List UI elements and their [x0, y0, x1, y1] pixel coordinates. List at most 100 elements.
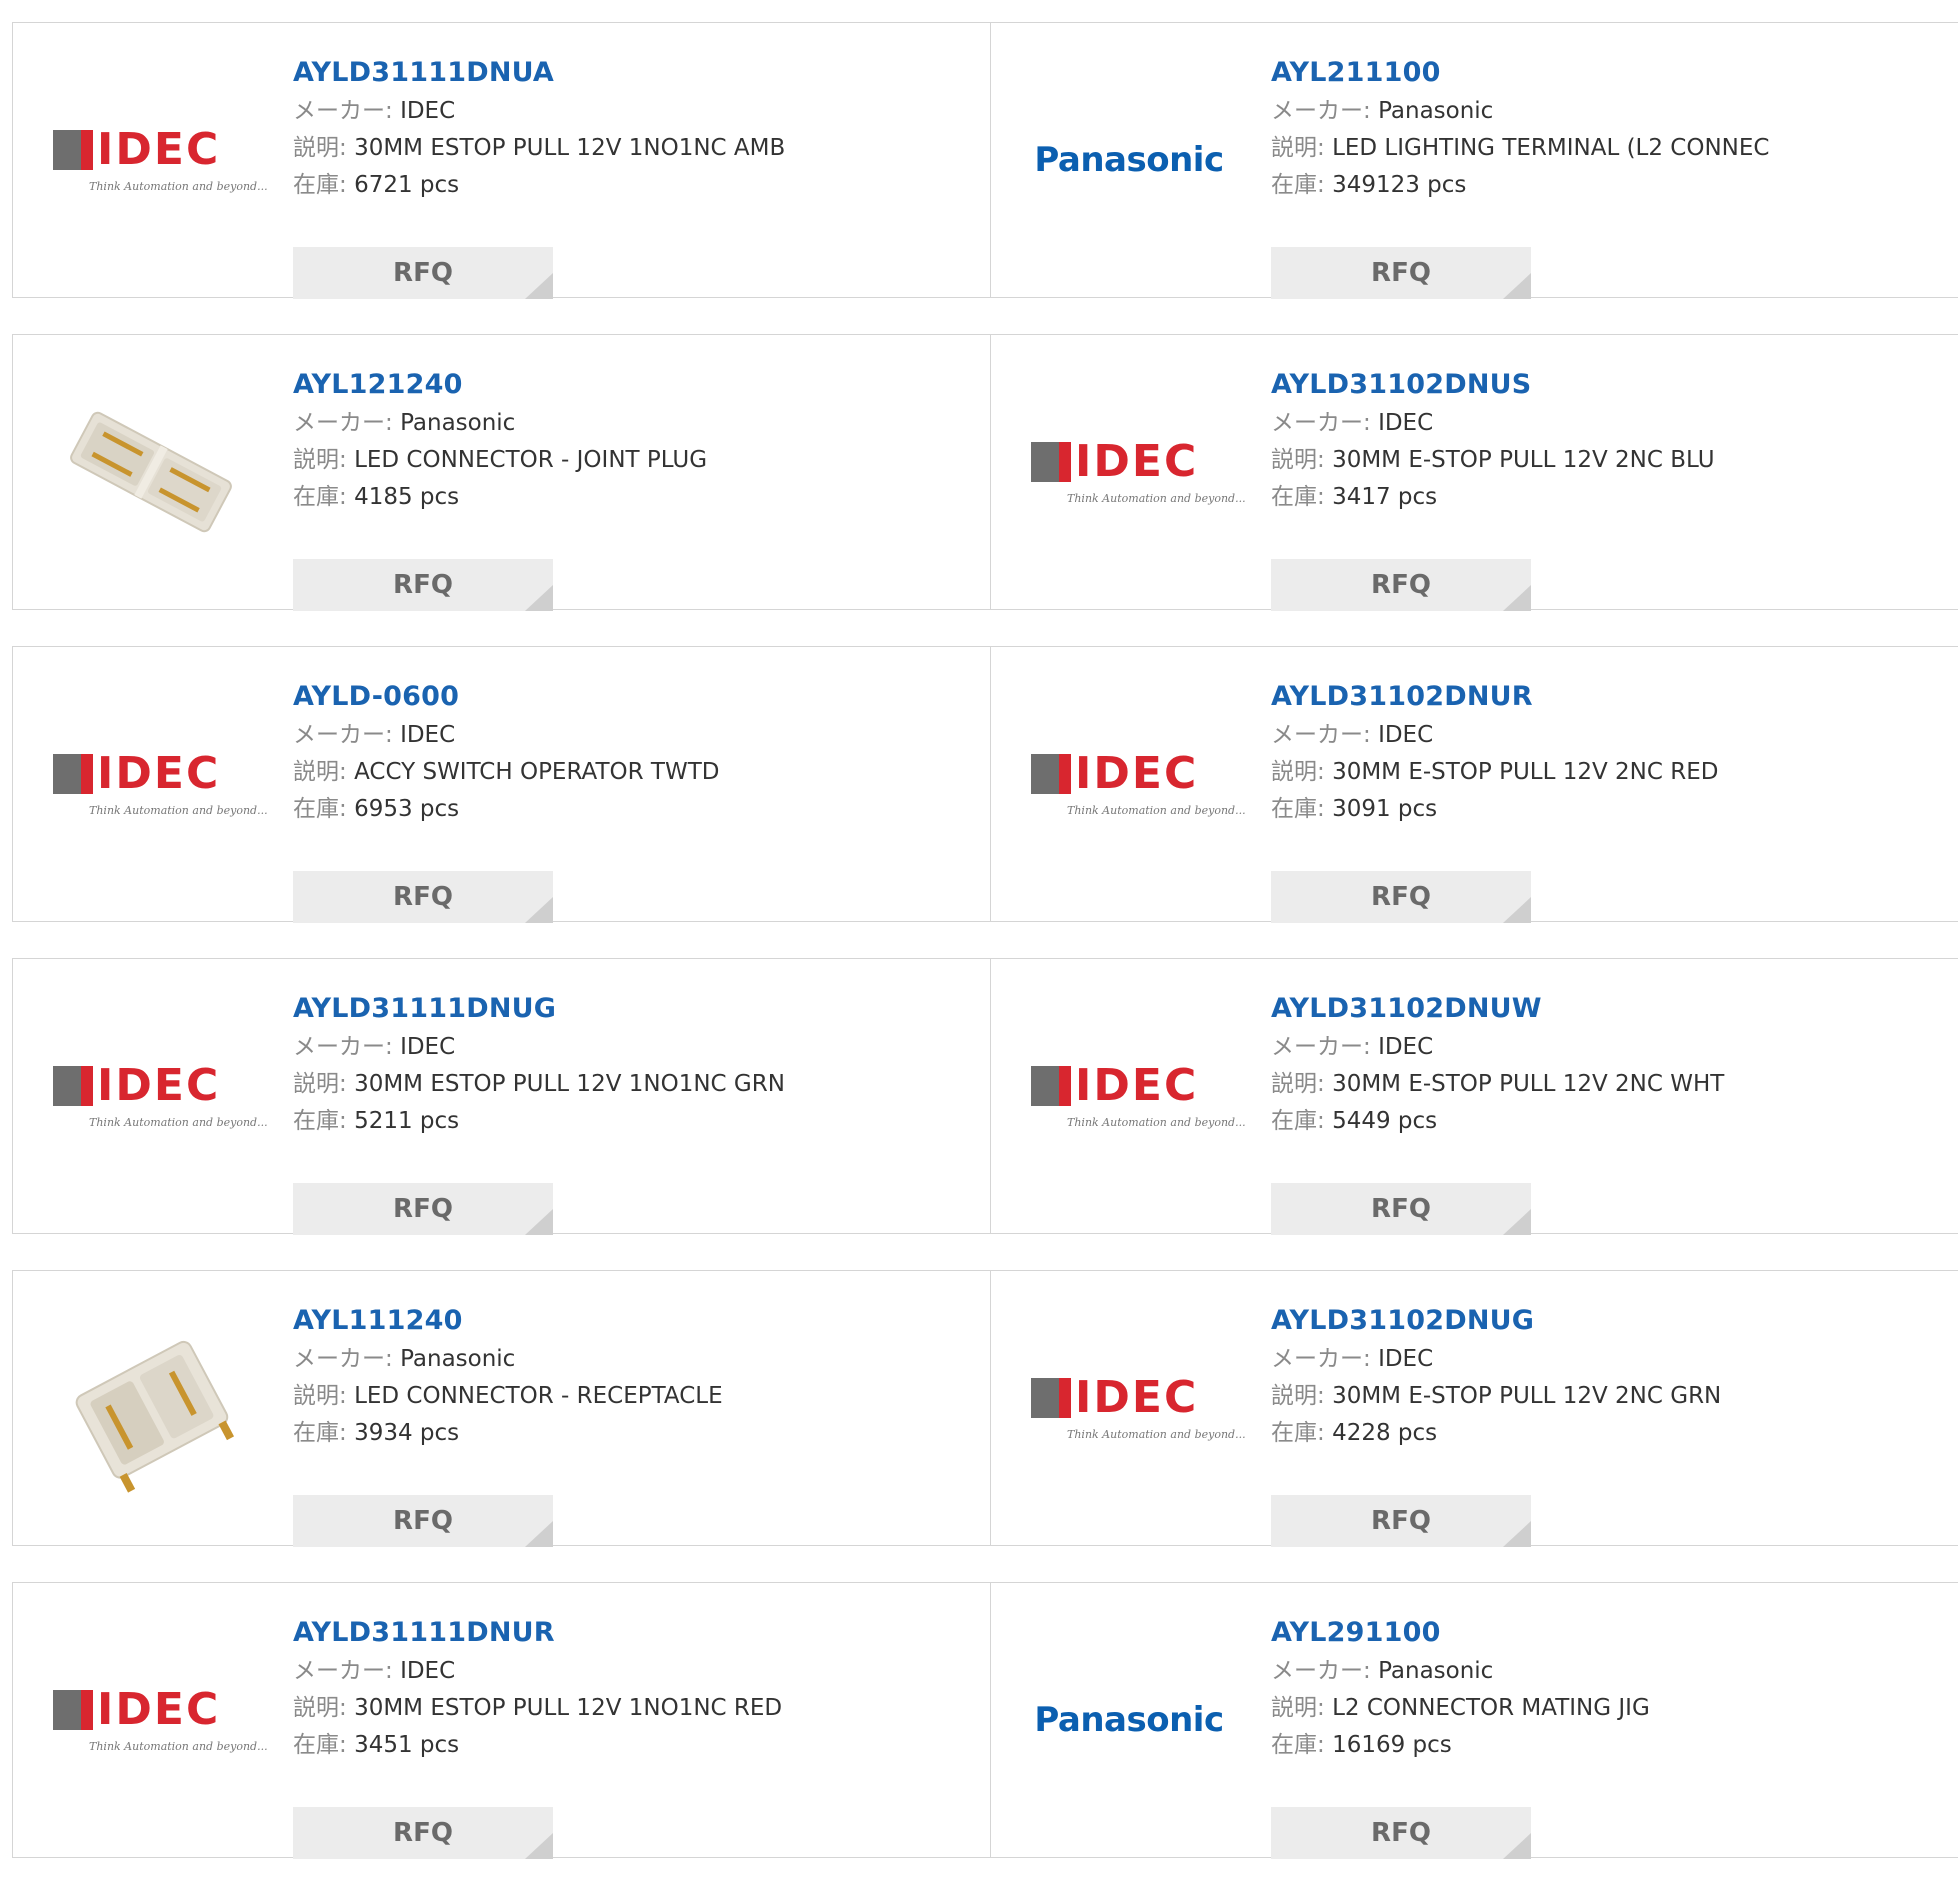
part-number-link[interactable]: AYLD31111DNUR [293, 1613, 782, 1653]
product-thumbnail[interactable]: IDEC Think Automation and beyond... [1029, 996, 1246, 1196]
part-number-link[interactable]: AYLD31102DNUG [1271, 1301, 1721, 1341]
maker-line: メーカー: IDEC [293, 717, 719, 754]
product-thumbnail[interactable]: IDEC Think Automation and beyond... [51, 996, 268, 1196]
stock-line: 在庫: 349123 pcs [1271, 167, 1769, 204]
part-number-link[interactable]: AYLD31102DNUS [1271, 365, 1715, 405]
description-value: 30MM ESTOP PULL 12V 1NO1NC GRN [354, 1071, 785, 1097]
part-number-link[interactable]: AYL211100 [1271, 53, 1769, 93]
product-thumbnail[interactable]: IDEC Think Automation and beyond... [51, 1620, 268, 1820]
product-card: IDEC Think Automation and beyond... AYLD… [13, 959, 991, 1235]
product-thumbnail[interactable]: IDEC Think Automation and beyond... [1029, 1308, 1246, 1508]
rfq-button[interactable]: RFQ [1271, 1495, 1531, 1547]
idec-logo-tagline: Think Automation and beyond... [89, 180, 268, 193]
product-card: IDEC Think Automation and beyond... AYLD… [13, 23, 991, 299]
rfq-corner-decoration [525, 273, 553, 299]
description-label: 説明: [293, 759, 347, 785]
rfq-button-label: RFQ [1371, 1506, 1431, 1536]
description-value: 30MM ESTOP PULL 12V 1NO1NC RED [354, 1695, 783, 1721]
product-row: IDEC Think Automation and beyond... AYLD… [12, 646, 1958, 923]
rfq-button[interactable]: RFQ [293, 871, 553, 923]
idec-logo-word: IDEC [97, 124, 221, 175]
idec-logo-word: IDEC [97, 1060, 221, 1111]
rfq-corner-decoration [525, 897, 553, 923]
rfq-button[interactable]: RFQ [293, 1807, 553, 1859]
product-info: AYL211100 メーカー: Panasonic 説明: LED LIGHTING… [1271, 53, 1769, 299]
idec-logo-red-block [1059, 442, 1071, 482]
rfq-button[interactable]: RFQ [293, 1183, 553, 1235]
description-label: 説明: [1271, 1383, 1325, 1409]
idec-logo-red-block [81, 754, 93, 794]
product-thumbnail[interactable]: Panasonic [1029, 1620, 1229, 1820]
product-thumbnail[interactable] [51, 1308, 251, 1508]
stock-value: 3934 pcs [354, 1420, 460, 1446]
maker-label: メーカー: [1271, 1346, 1371, 1372]
part-number-link[interactable]: AYL121240 [293, 365, 707, 405]
product-thumbnail[interactable] [51, 372, 251, 572]
maker-line: メーカー: IDEC [1271, 1029, 1724, 1066]
rfq-button-label: RFQ [393, 1818, 453, 1848]
maker-value: IDEC [400, 722, 456, 748]
rfq-button[interactable]: RFQ [1271, 247, 1531, 299]
stock-line: 在庫: 5211 pcs [293, 1103, 785, 1140]
description-value: 30MM E-STOP PULL 12V 2NC RED [1332, 759, 1719, 785]
stock-label: 在庫: [1271, 1732, 1325, 1758]
rfq-button[interactable]: RFQ [1271, 559, 1531, 611]
idec-logo-word: IDEC [1075, 1060, 1199, 1111]
product-card: IDEC Think Automation and beyond... AYLD… [991, 335, 1958, 611]
idec-logo-tagline: Think Automation and beyond... [1067, 492, 1246, 505]
product-thumbnail[interactable]: IDEC Think Automation and beyond... [51, 60, 268, 260]
product-row: AYL121240 メーカー: Panasonic 説明: LED CONNECTO… [12, 334, 1958, 611]
part-number-link[interactable]: AYLD-0600 [293, 677, 719, 717]
rfq-button[interactable]: RFQ [1271, 1183, 1531, 1235]
panasonic-logo-image: Panasonic [1034, 140, 1224, 180]
stock-line: 在庫: 6721 pcs [293, 167, 785, 204]
idec-logo-word: IDEC [97, 1684, 221, 1735]
stock-line: 在庫: 4185 pcs [293, 479, 707, 516]
part-number-link[interactable]: AYL111240 [293, 1301, 723, 1341]
product-row: IDEC Think Automation and beyond... AYLD… [12, 1582, 1958, 1859]
rfq-corner-decoration [525, 1833, 553, 1859]
rfq-button[interactable]: RFQ [293, 1495, 553, 1547]
rfq-button[interactable]: RFQ [293, 559, 553, 611]
stock-label: 在庫: [293, 1420, 347, 1446]
product-thumbnail[interactable]: IDEC Think Automation and beyond... [51, 684, 268, 884]
idec-logo-red-block [81, 1066, 93, 1106]
product-thumbnail[interactable]: IDEC Think Automation and beyond... [1029, 372, 1246, 572]
rfq-corner-decoration [525, 1521, 553, 1547]
product-info: AYLD31102DNUG メーカー: IDEC 説明: 30MM E-STOP P… [1271, 1301, 1721, 1547]
rfq-button-label: RFQ [393, 1506, 453, 1536]
stock-value: 16169 pcs [1332, 1732, 1452, 1758]
product-thumbnail[interactable]: Panasonic [1029, 60, 1229, 260]
rfq-button-label: RFQ [393, 1194, 453, 1224]
part-number-link[interactable]: AYLD31111DNUG [293, 989, 785, 1029]
stock-value: 3091 pcs [1332, 796, 1438, 822]
product-info: AYLD31102DNUR メーカー: IDEC 説明: 30MM E-STOP P… [1271, 677, 1718, 923]
rfq-button[interactable]: RFQ [1271, 871, 1531, 923]
maker-value: Panasonic [400, 410, 516, 436]
stock-label: 在庫: [293, 484, 347, 510]
rfq-button[interactable]: RFQ [293, 247, 553, 299]
maker-label: メーカー: [1271, 98, 1371, 124]
part-number-link[interactable]: AYLD31111DNUA [293, 53, 785, 93]
stock-label: 在庫: [1271, 796, 1325, 822]
idec-logo-gray-block [53, 1690, 81, 1730]
idec-logo-gray-block [1031, 442, 1059, 482]
product-info: AYLD31111DNUR メーカー: IDEC 説明: 30MM ESTOP PU… [293, 1613, 783, 1859]
part-number-link[interactable]: AYLD31102DNUR [1271, 677, 1718, 717]
part-number-link[interactable]: AYL291100 [1271, 1613, 1650, 1653]
product-card: AYL121240 メーカー: Panasonic 説明: LED CONNECTO… [13, 335, 991, 611]
maker-line: メーカー: IDEC [1271, 405, 1715, 442]
idec-logo-word: IDEC [97, 748, 221, 799]
description-value: 30MM E-STOP PULL 12V 2NC BLU [1332, 447, 1715, 473]
product-info: AYLD-0600 メーカー: IDEC 説明: ACCY SWITCH OPERA… [293, 677, 719, 923]
idec-logo-tagline: Think Automation and beyond... [1067, 1116, 1246, 1129]
part-number-link[interactable]: AYLD31102DNUW [1271, 989, 1724, 1029]
rfq-button[interactable]: RFQ [1271, 1807, 1531, 1859]
description-line: 説明: 30MM E-STOP PULL 12V 2NC RED [1271, 754, 1718, 791]
description-value: LED CONNECTOR - RECEPTACLE [354, 1383, 723, 1409]
maker-value: IDEC [400, 1034, 456, 1060]
description-label: 説明: [293, 1383, 347, 1409]
product-thumbnail[interactable]: IDEC Think Automation and beyond... [1029, 684, 1246, 884]
maker-line: メーカー: Panasonic [293, 1341, 723, 1378]
maker-line: メーカー: Panasonic [293, 405, 707, 442]
